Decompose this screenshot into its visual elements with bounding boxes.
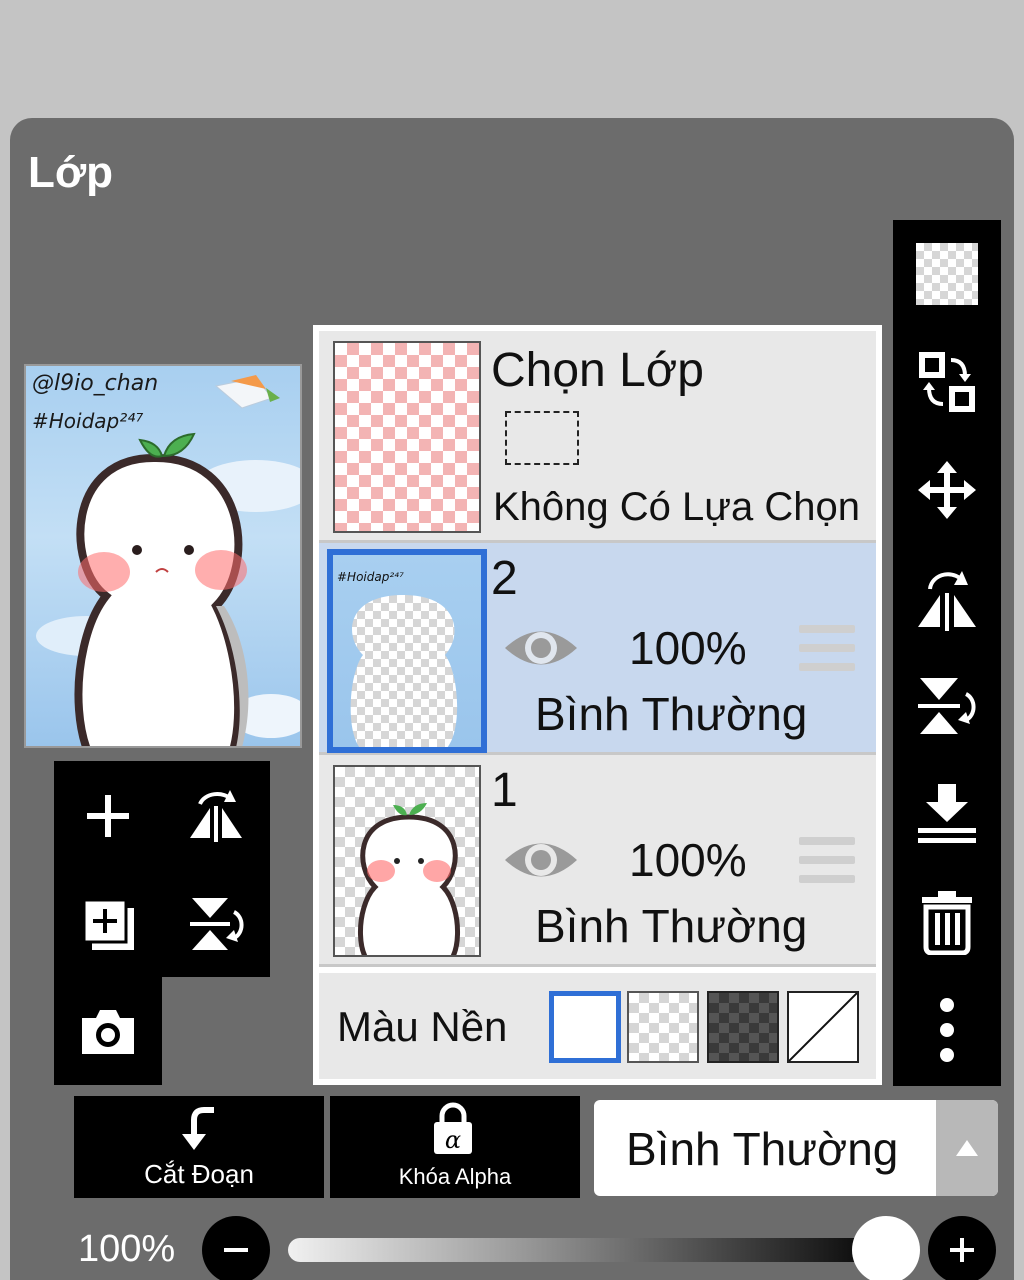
layer-blend-mode: Bình Thường <box>535 900 808 952</box>
flip-horizontal-icon <box>190 790 242 842</box>
watermark-line1: @l9io_chan <box>32 371 158 396</box>
opacity-slider-knob[interactable] <box>852 1216 920 1280</box>
selection-layer-row[interactable]: Chọn Lớp Không Có Lựa Chọn <box>319 331 876 543</box>
layer-opacity: 100% <box>629 622 747 674</box>
panel-title: Lớp <box>28 148 114 197</box>
duplicate-layer-button[interactable] <box>68 884 148 964</box>
layer-opacity: 100% <box>629 834 747 886</box>
camera-button[interactable] <box>68 992 148 1072</box>
watermark-line2: #Hoidap²⁴⁷ <box>32 409 143 433</box>
flip-horizontal-button[interactable] <box>176 776 256 856</box>
merge-down-button[interactable] <box>907 774 987 854</box>
plus-icon <box>87 795 129 837</box>
delete-layer-button[interactable] <box>907 882 987 962</box>
opacity-value: 100% <box>78 1228 176 1270</box>
selection-status: Không Có Lựa Chọn <box>493 485 861 529</box>
trash-icon <box>922 891 972 955</box>
blend-mode-dropdown[interactable]: Bình Thường <box>594 1100 998 1196</box>
dropdown-arrow-icon <box>936 1100 998 1196</box>
more-vertical-icon <box>940 998 954 1062</box>
visibility-toggle[interactable] <box>503 623 579 678</box>
eye-icon <box>505 843 577 877</box>
layer-thumbnail: #Hoidap²⁴⁷ <box>327 549 487 753</box>
camera-icon <box>82 1010 134 1054</box>
merge-down-icon <box>918 784 976 843</box>
minus-icon <box>224 1248 248 1252</box>
eye-icon <box>505 631 577 665</box>
blend-mode-value: Bình Thường <box>626 1123 899 1175</box>
layer-thumbnail <box>333 765 481 957</box>
canvas-preview[interactable]: @l9io_chan #Hoidap²⁴⁷ <box>24 364 302 748</box>
clipping-button[interactable]: Cắt Đoạn <box>74 1096 324 1198</box>
layer-row[interactable]: #Hoidap²⁴⁷ 2 100% Bình Thường <box>319 543 876 755</box>
flip-vertical-icon <box>918 678 976 734</box>
swap-layers-button[interactable] <box>907 342 987 422</box>
background-none-swatch[interactable] <box>787 991 859 1063</box>
flip-horizontal-icon <box>918 571 976 631</box>
background-white-swatch[interactable] <box>549 991 621 1063</box>
background-color-label: Màu Nền <box>337 1003 508 1050</box>
background-color-row: Màu Nền <box>319 973 876 1079</box>
transparency-button[interactable] <box>907 234 987 314</box>
move-icon <box>918 461 976 519</box>
selection-title: Chọn Lớp <box>491 344 704 397</box>
add-layer-button[interactable] <box>68 776 148 856</box>
layer-number: 1 <box>491 764 518 817</box>
right-toolbar <box>893 220 1001 1086</box>
copy-layer-icon <box>82 898 134 950</box>
more-options-button[interactable] <box>907 990 987 1070</box>
background-checker-swatch[interactable] <box>627 991 699 1063</box>
selection-marquee-icon <box>505 411 579 465</box>
move-layer-button[interactable] <box>907 450 987 530</box>
drag-handle[interactable] <box>799 625 855 671</box>
layer-row[interactable]: 1 100% Bình Thường <box>319 755 876 967</box>
selection-thumbnail <box>333 341 481 533</box>
layer-list: Chọn Lớp Không Có Lựa Chọn #Hoidap²⁴⁷ 2 … <box>313 325 882 1085</box>
layer-blend-mode: Bình Thường <box>535 688 808 740</box>
opacity-increase-button[interactable] <box>928 1216 996 1280</box>
swap-icon <box>919 352 975 412</box>
clip-arrow-icon <box>182 1107 214 1150</box>
visibility-toggle[interactable] <box>503 835 579 890</box>
clipping-label: Cắt Đoạn <box>144 1159 254 1189</box>
opacity-slider-track[interactable] <box>288 1238 894 1262</box>
alpha-lock-icon: α <box>434 1102 472 1154</box>
drag-handle[interactable] <box>799 837 855 883</box>
alpha-lock-button[interactable]: α Khóa Alpha <box>330 1096 580 1198</box>
character-illustration: @l9io_chan #Hoidap²⁴⁷ <box>32 371 300 746</box>
svg-text:#Hoidap²⁴⁷: #Hoidap²⁴⁷ <box>337 570 404 584</box>
background-dark-swatch[interactable] <box>707 991 779 1063</box>
alpha-lock-label: Khóa Alpha <box>398 1164 512 1189</box>
flip-vertical-button[interactable] <box>907 666 987 746</box>
layer-number: 2 <box>491 552 518 605</box>
flip-vertical-icon <box>190 898 244 950</box>
flip-horizontal-button[interactable] <box>907 558 987 638</box>
checker-icon <box>916 243 978 305</box>
flip-vertical-button[interactable] <box>176 884 256 964</box>
svg-text:α: α <box>445 1126 461 1154</box>
opacity-decrease-button[interactable] <box>202 1216 270 1280</box>
plus-icon <box>950 1238 974 1262</box>
